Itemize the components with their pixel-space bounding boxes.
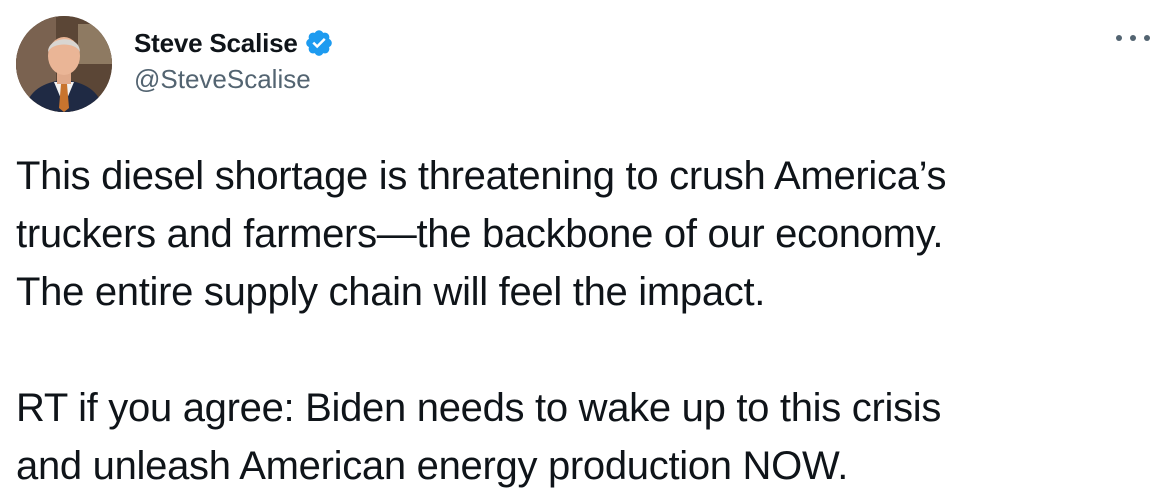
verified-badge-icon — [304, 28, 334, 58]
more-dot — [1130, 35, 1136, 41]
tweet-paragraph: This diesel shortage is threatening to c… — [16, 154, 947, 314]
author-name-row: Steve Scalise — [134, 26, 334, 60]
tweet-card: Steve Scalise @SteveScalise This diesel … — [0, 0, 1168, 494]
more-dot — [1144, 35, 1150, 41]
avatar-photo — [16, 16, 112, 112]
tweet-paragraph: RT if you agree: Biden needs to wake up … — [16, 386, 942, 488]
tweet-text: This diesel shortage is threatening to c… — [16, 147, 1146, 495]
author-handle[interactable]: @SteveScalise — [134, 64, 311, 95]
more-dot — [1116, 35, 1122, 41]
avatar[interactable] — [16, 16, 112, 112]
more-options-icon[interactable] — [1116, 28, 1150, 48]
author-name[interactable]: Steve Scalise — [134, 28, 298, 59]
